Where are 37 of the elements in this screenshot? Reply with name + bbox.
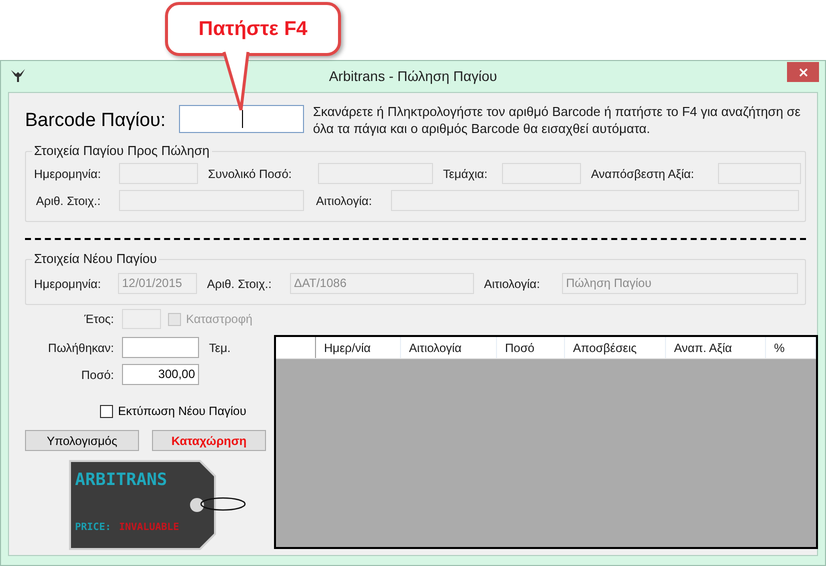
field-label: Αναπόσβεστη Αξία: xyxy=(591,166,696,182)
column-header[interactable]: Ημερ/νία xyxy=(316,337,401,358)
field-label: Αιτιολογία: xyxy=(484,276,541,292)
close-button[interactable] xyxy=(787,62,819,82)
field-label: Ημερομηνία: xyxy=(34,166,102,182)
unit-label: Τεμ. xyxy=(209,340,231,356)
field-label: Τεμάχια: xyxy=(443,166,488,182)
logo-name: ARBITRANS xyxy=(75,470,168,490)
field-label: Αιτιολογία: xyxy=(315,192,373,210)
field-label: Πωλήθηκαν: xyxy=(47,340,115,356)
callout-text: Πατήστε F4 xyxy=(198,17,308,42)
field-label: Συνολικό Ποσό: xyxy=(208,166,293,182)
field-label: Ημερομηνία: xyxy=(34,276,102,292)
column-header[interactable]: Αιτιολογία xyxy=(401,337,497,358)
field-label: Ποσό: xyxy=(80,366,115,384)
price-value: INVALUABLE xyxy=(119,522,180,533)
input-field[interactable]: 300,00 xyxy=(122,364,199,385)
column-header[interactable]: Αναπ. Αξία xyxy=(666,337,766,358)
group-title: Στοιχεία Νέου Παγίου xyxy=(32,251,159,267)
group-title: Στοιχεία Παγίου Προς Πώληση xyxy=(32,143,212,159)
barcode-hint: Σκανάρετε ή Πληκτρολογήστε τον αριθμό Barcode ή πατήστε το F4 για αναζήτηση σε όλα τα πάγια και ο αριθμός Barcode θα εισαχθεί αυτόματα. xyxy=(313,103,802,137)
checkbox-label: Εκτύπωση Νέου Παγίου xyxy=(118,403,246,420)
column-header[interactable]: Ποσό xyxy=(497,337,565,358)
price-label: PRICE: xyxy=(75,522,112,533)
bird-icon xyxy=(11,69,25,83)
column-header[interactable]: Αποσβέσεις xyxy=(565,337,666,358)
checkbox-label: Καταστροφή xyxy=(186,311,252,328)
checkbox[interactable] xyxy=(100,404,113,418)
window-title: Arbitrans - Πώληση Παγίου xyxy=(328,67,498,86)
field-label: Έτος: xyxy=(83,311,115,328)
action-button[interactable]: Υπολογισμός xyxy=(25,430,139,451)
field-label: Αριθ. Στοιχ.: xyxy=(207,276,273,292)
close-icon xyxy=(798,68,808,76)
column-header[interactable]: % xyxy=(766,337,816,358)
barcode-label: Barcode Παγίου: xyxy=(25,109,167,132)
input-field[interactable] xyxy=(122,337,199,358)
field-label: Αριθ. Στοιχ.: xyxy=(35,192,102,210)
